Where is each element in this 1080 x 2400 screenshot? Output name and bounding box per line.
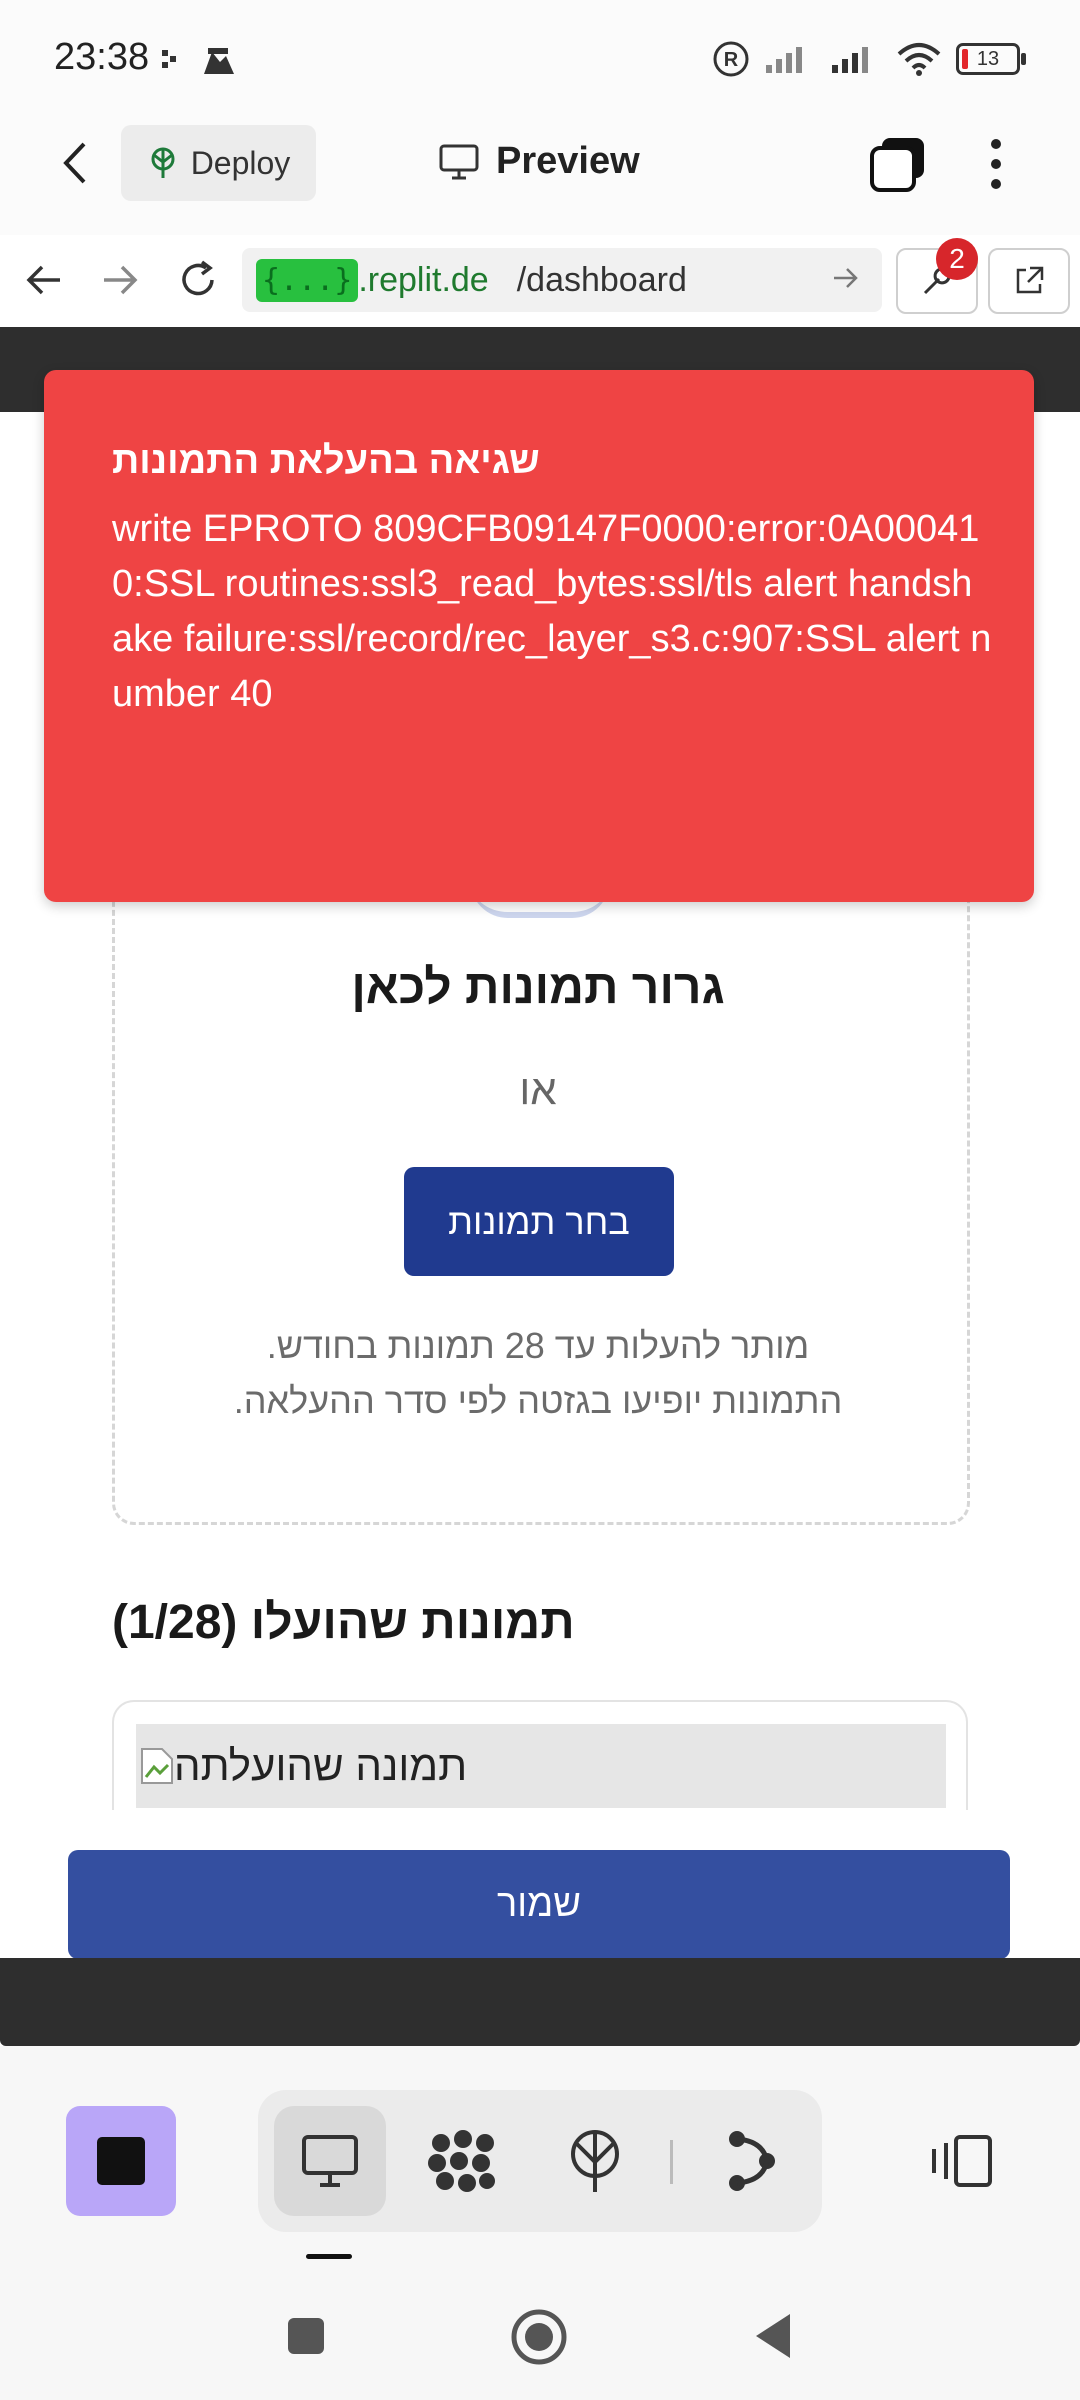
monitor-icon: [302, 2135, 358, 2187]
reload-icon[interactable]: [176, 258, 220, 307]
back-nav-icon[interactable]: [752, 2310, 794, 2367]
status-time: 23:38: [54, 36, 150, 78]
wifi-icon: [897, 43, 941, 76]
tool-workspace-button[interactable]: [408, 2106, 518, 2216]
url-domain: .replit.de: [358, 260, 489, 299]
uploaded-images-heading: תמונות שהועלו (1/28): [112, 1595, 964, 1650]
browser-forward-icon[interactable]: [100, 262, 140, 303]
status-right: R 13: [712, 40, 1026, 78]
tool-preview-button[interactable]: [274, 2106, 386, 2216]
upload-note-line2: התמונות יופיעו בגזטה לפי סדר ההעלאה.: [233, 1380, 843, 1421]
signal-icon: [766, 47, 802, 73]
uploaded-heading-text: תמונות שהועלו (1/28): [112, 1596, 575, 1649]
hive-icon: [428, 2130, 495, 2192]
or-text: או: [519, 1066, 557, 1113]
home-nav-icon[interactable]: [510, 2308, 568, 2371]
responsive-icon: [932, 2135, 992, 2187]
upload-note-line1: מותר להעלות עד 28 תמונות בחודש.: [266, 1325, 810, 1366]
git-icon: [729, 2131, 775, 2191]
tool-git-button[interactable]: [696, 2106, 806, 2216]
toast-title-text: שגיאה בהעלאת התמונות: [112, 440, 540, 482]
preview-frame-bottom: [0, 1958, 1080, 2046]
toast-title: שגיאה בהעלאת התמונות: [112, 440, 540, 483]
save-button[interactable]: שמור: [68, 1850, 1010, 1959]
battery-icon: 13: [956, 43, 1026, 75]
device-rotate-button[interactable]: [904, 2106, 1014, 2216]
monitor-icon: [439, 144, 479, 179]
tabs-icon[interactable]: [868, 134, 928, 199]
notification-badge: 2: [936, 238, 978, 280]
broken-image-icon: [141, 1748, 173, 1784]
deploy-label: Deploy: [190, 144, 291, 181]
browser-back-icon[interactable]: [24, 262, 64, 303]
tool-divider: [670, 2140, 673, 2184]
choose-images-button[interactable]: בחר תמונות: [404, 1167, 674, 1276]
url-chip: {...}: [256, 258, 359, 302]
go-arrow-icon[interactable]: [832, 266, 860, 295]
toast-message: write EPROTO 809CFB09147F0000:error:0A00…: [112, 508, 992, 715]
signal-icon-2: [832, 47, 868, 73]
battery-level: 13: [976, 47, 1000, 70]
stop-icon: [97, 2137, 145, 2185]
registered-icon: R: [713, 41, 749, 77]
recents-nav-icon[interactable]: [286, 2316, 326, 2361]
uploaded-image[interactable]: תמונה שהועלתה: [136, 1724, 946, 1808]
url-field[interactable]: {...} .replit.de /dashboard: [242, 248, 882, 312]
more-options-icon[interactable]: [988, 136, 1004, 197]
uploaded-image-alt: תמונה שהועלתה: [174, 1742, 468, 1789]
stop-button[interactable]: [66, 2106, 176, 2216]
dropzone-title: גרור תמונות לכאן: [351, 961, 725, 1014]
deploy-button[interactable]: Deploy: [121, 125, 316, 201]
svg-text:R: R: [724, 49, 739, 71]
notification-icons: [160, 44, 240, 81]
deploy-icon: [151, 147, 175, 178]
active-tool-indicator: [306, 2254, 352, 2259]
open-external-button[interactable]: [988, 248, 1070, 314]
back-icon[interactable]: [56, 140, 96, 191]
external-link-icon: [1016, 266, 1044, 294]
preview-label: Preview: [496, 140, 640, 182]
deploy-icon: [571, 2130, 619, 2192]
tool-deploy-button[interactable]: [540, 2106, 650, 2216]
url-path: /dashboard: [516, 260, 687, 299]
tab-preview[interactable]: Preview: [438, 140, 640, 183]
